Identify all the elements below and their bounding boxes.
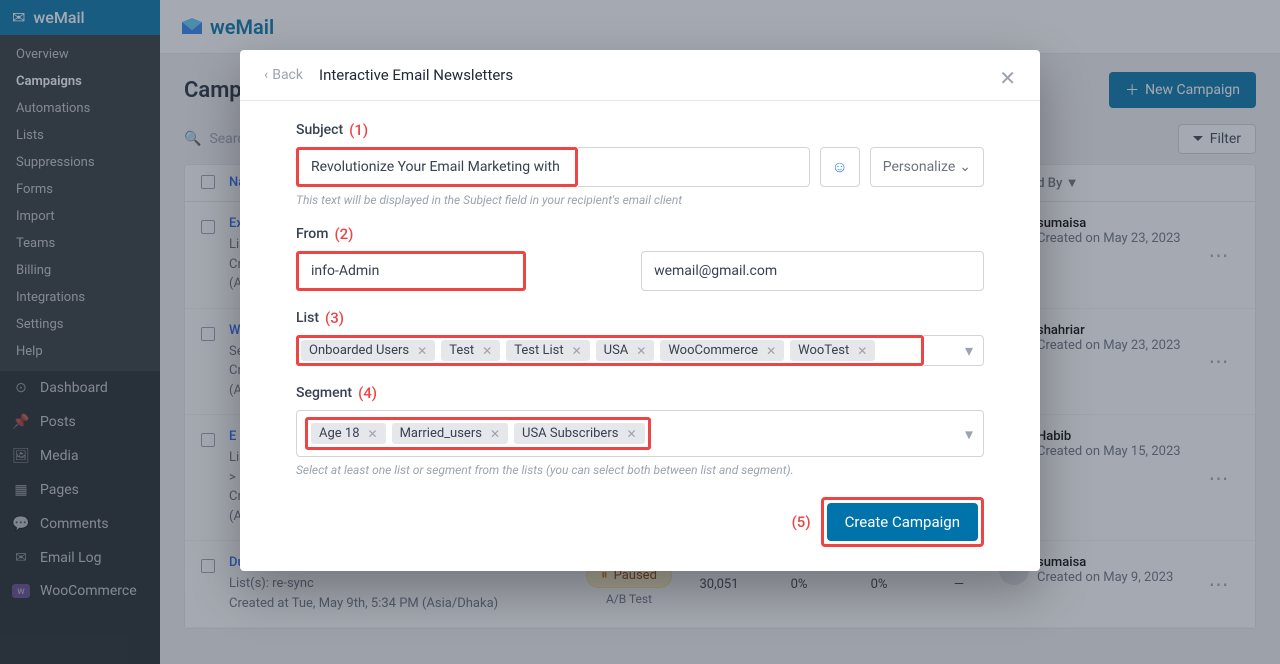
segment-highlight: Age 18✕ Married_users✕ USA Subscribers✕: [305, 417, 651, 450]
annotation-1: (1): [349, 121, 368, 139]
create-highlight: Create Campaign: [821, 497, 984, 547]
list-tag[interactable]: Onboarded Users✕: [301, 340, 435, 361]
remove-icon[interactable]: ✕: [572, 344, 582, 358]
create-campaign-button[interactable]: Create Campaign: [827, 503, 978, 541]
create-campaign-modal: ‹ Back Interactive Email Newsletters ✕ S…: [240, 50, 1040, 571]
remove-icon[interactable]: ✕: [368, 427, 378, 441]
emoji-button[interactable]: ☺: [820, 147, 860, 187]
back-button[interactable]: ‹ Back: [264, 67, 303, 83]
subject-input[interactable]: [299, 150, 575, 184]
annotation-5: (5): [792, 513, 811, 531]
from-name-input[interactable]: [299, 254, 523, 288]
remove-icon[interactable]: ✕: [490, 427, 500, 441]
chevron-down-icon: ▾: [965, 424, 973, 443]
list-tag[interactable]: WooCommerce✕: [660, 340, 784, 361]
from-field: From (2): [296, 225, 984, 291]
from-email-input[interactable]: [641, 251, 984, 291]
annotation-4: (4): [358, 384, 377, 402]
from-name-highlight: [296, 251, 526, 291]
subject-highlight: [296, 147, 578, 187]
list-dropdown-toggle[interactable]: ▾: [924, 335, 984, 366]
chevron-down-icon: ▾: [965, 341, 973, 360]
subject-field: Subject (1) ☺ Personalize ⌄ This text wi…: [296, 121, 984, 207]
remove-icon[interactable]: ✕: [636, 344, 646, 358]
remove-icon[interactable]: ✕: [857, 344, 867, 358]
segment-tag[interactable]: Age 18✕: [311, 423, 386, 444]
modal-title: Interactive Email Newsletters: [319, 66, 513, 84]
annotation-2: (2): [334, 225, 353, 243]
list-tag[interactable]: USA✕: [596, 340, 655, 361]
remove-icon[interactable]: ✕: [482, 344, 492, 358]
segment-tag[interactable]: Married_users✕: [392, 423, 508, 444]
close-button[interactable]: ✕: [999, 66, 1016, 90]
modal-overlay: ‹ Back Interactive Email Newsletters ✕ S…: [0, 0, 1280, 664]
emoji-icon: ☺: [832, 157, 848, 177]
annotation-3: (3): [325, 309, 344, 327]
list-tag[interactable]: Test List✕: [506, 340, 589, 361]
list-field: List (3) Onboarded Users✕ Test✕ Test Lis…: [296, 309, 984, 366]
segment-select[interactable]: Age 18✕ Married_users✕ USA Subscribers✕ …: [296, 410, 984, 457]
remove-icon[interactable]: ✕: [417, 344, 427, 358]
list-tag[interactable]: WooTest✕: [790, 340, 875, 361]
personalize-dropdown[interactable]: Personalize ⌄: [870, 147, 984, 187]
chevron-left-icon: ‹: [264, 67, 268, 83]
list-highlight: Onboarded Users✕ Test✕ Test List✕ USA✕ W…: [296, 335, 924, 366]
segment-field: Segment (4) Age 18✕ Married_users✕ USA S…: [296, 384, 984, 477]
list-tag[interactable]: Test✕: [441, 340, 500, 361]
segment-tag[interactable]: USA Subscribers✕: [514, 423, 645, 444]
chevron-down-icon: ⌄: [959, 159, 971, 175]
remove-icon[interactable]: ✕: [766, 344, 776, 358]
remove-icon[interactable]: ✕: [626, 427, 636, 441]
